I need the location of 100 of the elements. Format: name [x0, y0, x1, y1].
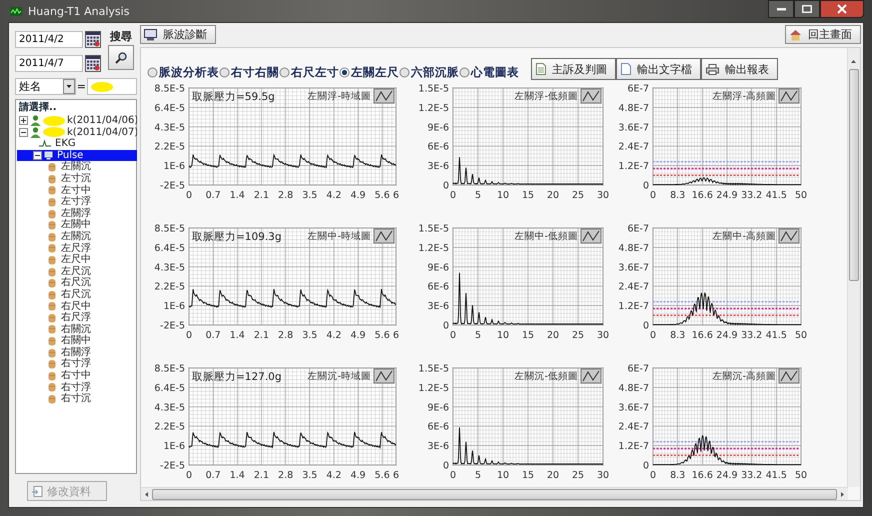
axis-tick-label: 4.2: [326, 190, 342, 201]
tree-item[interactable]: 左尺浮: [59, 242, 93, 254]
axis-tick-label: 3E-6: [427, 441, 449, 452]
view-radio[interactable]: 脈波分析表: [147, 64, 219, 80]
tree-item[interactable]: 右關沉: [59, 324, 93, 336]
pressure-label: 取脈壓力=59.5g: [192, 91, 275, 103]
axis-tick-label: 1.2E-7: [618, 161, 649, 172]
axis-tick-label: 2.8: [278, 330, 294, 341]
tree-item[interactable]: 左寸中: [59, 184, 93, 196]
tree-item[interactable]: 右關浮: [59, 346, 93, 358]
chart-title: 左關沉-時域圖: [308, 371, 371, 382]
axis-tick-label: 0.7: [206, 470, 221, 481]
view-radio[interactable]: 左關左尺: [339, 64, 399, 80]
axis-tick-label: 33.2: [741, 190, 762, 201]
tree-item[interactable]: 右寸浮: [59, 358, 93, 370]
tree-item[interactable]: 左關沉: [59, 230, 93, 243]
action-button[interactable]: 主訴及判圖: [531, 58, 616, 80]
tree-item[interactable]: k(2011/04/06): [67, 115, 137, 127]
tree-item[interactable]: EKG: [53, 138, 78, 150]
home-button[interactable]: 回主畫面: [785, 25, 861, 44]
tree-item[interactable]: 右寸沉: [59, 393, 93, 405]
axis-tick-label: 0: [186, 470, 192, 481]
tree-item[interactable]: 右尺中: [59, 300, 93, 312]
tree-item[interactable]: 左尺中: [59, 254, 93, 266]
axis-tick-label: 3.5: [302, 330, 318, 341]
tree-item[interactable]: 左關中: [59, 219, 93, 231]
view-radio[interactable]: 右尺左寸: [279, 64, 339, 80]
tree-item[interactable]: 右寸浮: [59, 382, 93, 394]
tree-header: 請選擇..: [18, 102, 58, 114]
pressure-label: 取脈壓力=109.3g: [192, 231, 282, 243]
tree-item[interactable]: 左寸沉: [59, 172, 93, 185]
chart-title: 左關浮-時域圖: [308, 91, 371, 102]
tree-item[interactable]: 右寸中: [59, 370, 93, 382]
axis-tick-label: 24.9: [716, 190, 738, 201]
axis-tick-label: 41.5: [766, 190, 787, 201]
axis-tick-label: 4.9: [350, 330, 366, 341]
tree-item[interactable]: 左關浮: [59, 208, 93, 220]
axis-tick-label: 4.3E-5: [154, 262, 185, 274]
axis-tick-label: 8.3: [670, 470, 686, 481]
pulse-diagnosis-button[interactable]: 脈波診斷: [140, 25, 216, 44]
view-radio[interactable]: 右寸右關: [219, 64, 279, 80]
tree-item[interactable]: 右尺浮: [59, 312, 93, 324]
axis-tick-label: 1.4: [230, 470, 245, 481]
tree-item[interactable]: k(2011/04/07): [67, 126, 137, 138]
axis-tick-label: 50: [794, 470, 808, 481]
axis-tick-label: 0: [186, 330, 192, 341]
action-button[interactable]: 輸出文字檔: [616, 58, 701, 80]
axis-tick-label: 24.9: [716, 470, 738, 481]
axis-tick-label: 15: [522, 330, 534, 341]
axis-tick-label: 0: [450, 470, 456, 481]
tree-item[interactable]: 右尺沉: [59, 288, 93, 300]
axis-tick-label: 10: [496, 190, 510, 201]
axis-tick-label: 15: [522, 470, 534, 481]
axis-tick-label: 33.2: [741, 470, 762, 481]
axis-tick-label: 0: [650, 190, 656, 201]
axis-tick-label: 8.5E-5: [154, 364, 185, 374]
axis-tick-label: 1.4: [230, 330, 245, 341]
axis-tick-label: 3.5: [302, 190, 318, 201]
axis-tick-label: 9E-6: [427, 402, 449, 414]
tree-item[interactable]: 右關中: [59, 335, 93, 347]
start-date-field[interactable]: 2011/4/2: [15, 31, 83, 48]
axis-tick-label: 24.9: [716, 330, 738, 341]
end-date-field[interactable]: 2011/4/7: [15, 55, 83, 72]
view-radio[interactable]: 六部沉脈: [399, 64, 459, 80]
axis-tick-label: 0: [642, 460, 649, 472]
axis-tick-label: 1.2E-5: [418, 102, 449, 114]
axis-tick-label: 30: [596, 470, 610, 481]
axis-tick-label: 8.5E-5: [154, 84, 185, 94]
axis-tick-label: 1E-6: [163, 441, 185, 452]
axis-tick-label: 6.4E-5: [154, 382, 185, 394]
axis-tick-label: 2.2E-5: [154, 282, 185, 293]
axis-tick-label: 5: [474, 190, 482, 201]
action-button[interactable]: 輸出報表: [701, 58, 778, 80]
axis-tick-label: 8.5E-5: [154, 224, 185, 234]
axis-tick-label: 4.2: [326, 330, 342, 341]
axis-tick-label: 1.4: [230, 190, 245, 201]
axis-tick-label: 3.6E-7: [618, 262, 649, 274]
axis-tick-label: 2.4E-7: [618, 422, 649, 433]
field-dropdown[interactable]: 姓名: [15, 78, 76, 95]
axis-tick-label: 10: [496, 330, 510, 341]
chart-title: 左關沉-高頻圖: [712, 371, 776, 382]
axis-tick-label: 25: [572, 190, 584, 201]
axis-tick-label: 4.8E-7: [618, 382, 649, 394]
axis-tick-label: 3.6E-7: [618, 402, 649, 414]
tree-item[interactable]: 左尺沉: [59, 266, 93, 278]
tree-item[interactable]: 右尺沉: [59, 277, 93, 289]
axis-tick-label: 0: [442, 180, 449, 192]
axis-tick-label: 8.3: [670, 330, 686, 341]
view-radio[interactable]: 心電圖表: [459, 64, 519, 80]
axis-tick-label: -2E-5: [160, 460, 185, 472]
tree-item[interactable]: 左寸浮: [59, 196, 93, 208]
axis-tick-label: 0: [642, 320, 649, 332]
axis-tick-label: 1.5E-5: [418, 84, 449, 94]
axis-tick-label: 15: [522, 190, 534, 201]
axis-tick-label: 6: [392, 190, 400, 201]
axis-tick-label: 2.1: [254, 470, 269, 481]
axis-tick-label: 5: [474, 330, 482, 341]
window-title: Huang-T1 Analysis: [28, 4, 130, 18]
tree-item[interactable]: 左關沉: [59, 161, 93, 173]
axis-tick-label: 2.2E-5: [154, 142, 185, 153]
